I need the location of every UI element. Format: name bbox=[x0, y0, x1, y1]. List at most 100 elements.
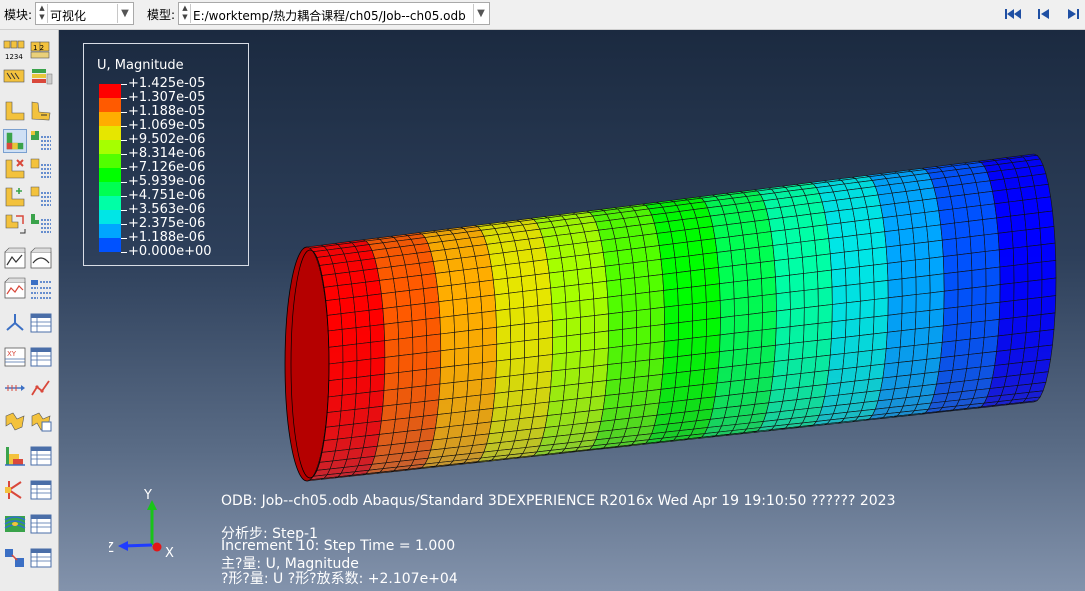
display-group-manager-icon[interactable] bbox=[29, 444, 53, 468]
superimpose-options-icon[interactable] bbox=[29, 212, 53, 236]
mesh-element bbox=[356, 341, 372, 362]
mesh-element bbox=[691, 336, 707, 356]
mesh-element bbox=[786, 241, 803, 260]
mesh-element bbox=[782, 215, 800, 231]
mesh-element bbox=[719, 298, 735, 319]
stream-manager-icon[interactable] bbox=[29, 512, 53, 536]
mesh-element bbox=[779, 205, 798, 218]
view-cut-icon[interactable] bbox=[3, 409, 27, 433]
stream-plot-icon[interactable] bbox=[3, 512, 27, 536]
allow-multiple-plots-icon[interactable] bbox=[3, 212, 27, 236]
animate-harmonic-icon[interactable] bbox=[3, 277, 27, 301]
plot-symbols-icon[interactable] bbox=[3, 157, 27, 181]
mesh-element bbox=[705, 300, 721, 320]
mesh-element bbox=[975, 180, 993, 194]
mesh-element bbox=[704, 351, 720, 370]
legend-swatch bbox=[99, 224, 121, 238]
mesh-element bbox=[466, 296, 483, 315]
mesh-element bbox=[640, 222, 658, 236]
chevron-down-icon[interactable]: ▼ bbox=[117, 4, 132, 23]
mesh-element bbox=[663, 305, 679, 325]
mesh-element bbox=[761, 293, 777, 314]
orientation-options-icon[interactable] bbox=[29, 185, 53, 209]
mesh-element bbox=[384, 338, 400, 358]
mesh-labels-icon[interactable] bbox=[3, 66, 27, 90]
mesh-element bbox=[548, 385, 566, 403]
odb-info-text: ODB: Job--ch05.odb Abaqus/Standard 3DEXP… bbox=[221, 493, 896, 509]
layered-plot-icon[interactable] bbox=[29, 66, 53, 90]
mesh-element bbox=[824, 210, 842, 226]
free-body-manager-icon[interactable] bbox=[29, 478, 53, 502]
mesh-element bbox=[505, 404, 522, 421]
xy-curve-icon[interactable] bbox=[29, 376, 53, 400]
mesh-element bbox=[1041, 260, 1057, 281]
report-manager-icon[interactable] bbox=[29, 345, 53, 369]
mesh-element bbox=[674, 255, 691, 274]
mesh-element bbox=[397, 320, 414, 340]
mesh-element bbox=[926, 224, 943, 243]
mesh-element bbox=[698, 226, 716, 241]
xy-plot-icon[interactable]: XY bbox=[3, 345, 27, 369]
path-plot-icon[interactable] bbox=[3, 376, 27, 400]
legend-tick bbox=[121, 238, 127, 239]
view-cut-manager-icon[interactable] bbox=[29, 409, 53, 433]
contour-options-icon[interactable] bbox=[29, 129, 53, 153]
animate-scale-factor-icon[interactable] bbox=[29, 247, 53, 271]
mesh-element bbox=[593, 347, 609, 367]
chevron-down-icon[interactable]: ▼ bbox=[473, 4, 488, 23]
module-combo[interactable]: ▲ ▼ 可视化 ▼ bbox=[35, 2, 134, 25]
mesh-element bbox=[933, 185, 951, 199]
mesh-element bbox=[509, 357, 525, 377]
graphics-viewport[interactable]: U, Magnitude +1.425e-05 +1.307e-05 +1.188e… bbox=[59, 30, 1085, 591]
mesh-element bbox=[416, 251, 434, 264]
mesh-element bbox=[761, 310, 777, 331]
animate-time-history-icon[interactable] bbox=[3, 247, 27, 271]
plot-material-orientations-icon[interactable] bbox=[3, 185, 27, 209]
mesh-element bbox=[980, 351, 997, 368]
animation-options-icon[interactable] bbox=[29, 277, 53, 301]
next-frame-icon[interactable] bbox=[1064, 6, 1082, 22]
mesh-element bbox=[460, 423, 478, 438]
mesh-element bbox=[412, 335, 428, 355]
color-code-icon[interactable] bbox=[3, 444, 27, 468]
query-values-icon[interactable]: 1 2 bbox=[29, 39, 53, 63]
mesh-element bbox=[494, 375, 511, 394]
module-spinner-icon[interactable]: ▲ ▼ bbox=[37, 4, 48, 23]
mesh-element bbox=[843, 250, 860, 269]
mesh-element bbox=[411, 318, 427, 338]
mesh-element bbox=[812, 369, 830, 387]
mesh-element bbox=[602, 393, 620, 410]
xy-data-manager-icon[interactable] bbox=[29, 311, 53, 335]
mesh-element bbox=[788, 256, 804, 276]
mesh-element bbox=[716, 365, 733, 384]
mesh-element bbox=[733, 279, 749, 300]
mesh-element bbox=[998, 247, 1015, 268]
plot-contours-icon[interactable] bbox=[3, 129, 27, 153]
mesh-element bbox=[740, 391, 758, 407]
mesh-element bbox=[488, 419, 506, 435]
mesh-element bbox=[882, 215, 900, 233]
model-spinner-icon[interactable]: ▲ ▼ bbox=[180, 4, 191, 23]
display-body-manager-icon[interactable] bbox=[29, 546, 53, 570]
create-xy-data-icon[interactable] bbox=[3, 311, 27, 335]
symbol-options-icon[interactable] bbox=[29, 157, 53, 181]
mesh-element bbox=[1038, 329, 1055, 347]
plot-deformed-icon[interactable] bbox=[29, 99, 53, 123]
mesh-element bbox=[382, 306, 399, 325]
mesh-element bbox=[632, 375, 649, 393]
first-frame-icon[interactable] bbox=[1004, 6, 1022, 22]
free-body-cut-icon[interactable] bbox=[3, 478, 27, 502]
legend-swatch bbox=[99, 210, 121, 224]
mesh-element bbox=[628, 404, 646, 419]
mesh-element bbox=[593, 296, 609, 316]
mesh-element bbox=[340, 393, 357, 412]
mesh-element bbox=[376, 432, 394, 447]
previous-frame-icon[interactable] bbox=[1035, 6, 1053, 22]
plot-undeformed-icon[interactable] bbox=[3, 99, 27, 123]
probe-values-icon[interactable]: 1234 bbox=[3, 39, 27, 63]
mesh-element bbox=[747, 295, 763, 315]
model-combo[interactable]: ▲ ▼ E:/worktemp/热力耦合课程/ch05/Job--ch05.odb… bbox=[178, 2, 490, 25]
mesh-element bbox=[337, 423, 354, 440]
display-body-icon[interactable] bbox=[3, 546, 27, 570]
mesh-element bbox=[572, 241, 590, 257]
